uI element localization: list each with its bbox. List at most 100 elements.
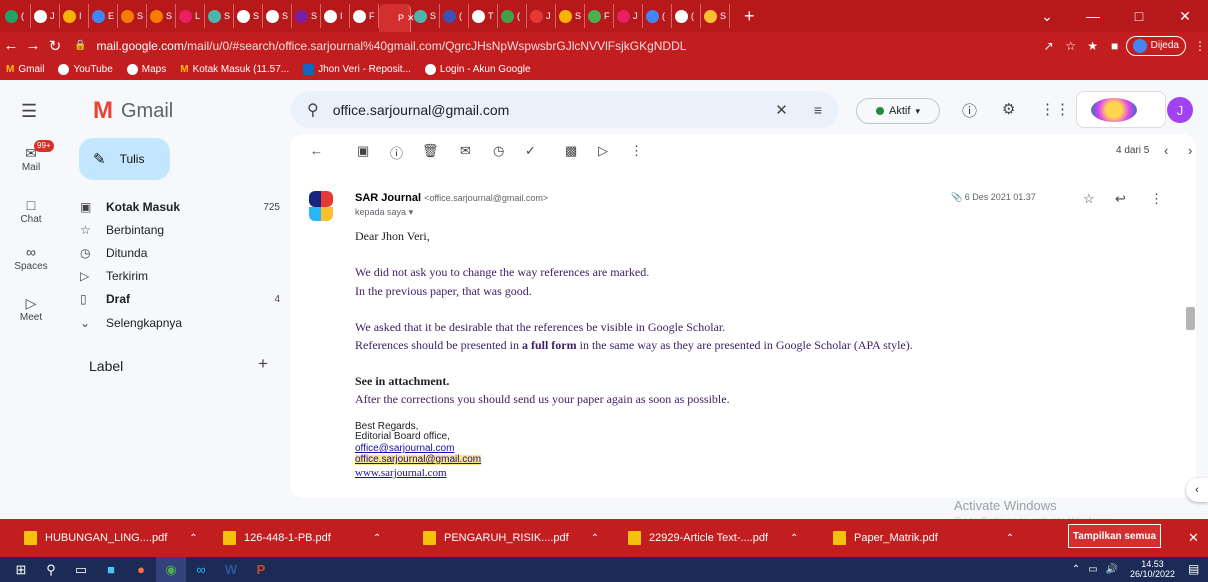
delete-icon[interactable]: 🗑 bbox=[422, 143, 439, 159]
side-panel-toggle[interactable]: ‹ bbox=[1186, 478, 1208, 502]
browser-tab[interactable]: ( bbox=[672, 4, 701, 28]
compose-button[interactable]: ✎ Tulis bbox=[79, 138, 170, 180]
add-task-icon[interactable]: ✓ bbox=[525, 143, 536, 159]
nav-item-more[interactable]: ⌄ Selengkapnya bbox=[80, 313, 280, 333]
bookmark-kotak-masuk[interactable]: M Kotak Masuk (11.57... bbox=[180, 64, 289, 75]
bookmark-maps[interactable]: Maps bbox=[126, 64, 166, 75]
browser-tab[interactable]: S bbox=[701, 4, 730, 28]
search-input[interactable]: office.sarjournal@gmail.com bbox=[333, 102, 510, 118]
new-tab-button[interactable]: + bbox=[744, 6, 755, 27]
signature-gmail-link[interactable]: office.sarjournal@gmail.com bbox=[355, 455, 482, 465]
notifications-icon[interactable]: ▤ bbox=[1188, 562, 1199, 576]
back-to-list-icon[interactable]: ← bbox=[310, 143, 323, 158]
task-view-icon[interactable]: ▭ bbox=[66, 557, 96, 582]
nav-item-inbox[interactable]: ▣ Kotak Masuk 725 bbox=[80, 197, 280, 217]
sender-name[interactable]: SAR Journal bbox=[355, 192, 421, 204]
back-arrow-icon[interactable]: ← bbox=[0, 37, 22, 54]
account-banner[interactable] bbox=[1076, 91, 1166, 128]
browser-tab[interactable]: S bbox=[234, 4, 263, 28]
chevron-up-icon[interactable]: ⌃ bbox=[790, 533, 798, 544]
signature-website-link[interactable]: www.sarjournal.com bbox=[355, 468, 447, 479]
browser-tab[interactable]: S bbox=[263, 4, 292, 28]
download-item[interactable]: 22929-Article Text-....pdf ⌃ bbox=[620, 519, 825, 557]
report-spam-icon[interactable]: ⓘ bbox=[390, 143, 403, 162]
share-icon[interactable]: ↗ bbox=[1038, 39, 1060, 53]
rail-chat[interactable]: □ Chat bbox=[0, 196, 62, 225]
star-message-icon[interactable]: ☆ bbox=[1083, 191, 1095, 207]
windows-start-icon[interactable]: ⊞ bbox=[6, 557, 36, 582]
chevron-up-icon[interactable]: ⌃ bbox=[1006, 533, 1014, 544]
move-to-icon[interactable]: ▩ bbox=[565, 143, 577, 159]
powerpoint-icon[interactable]: P bbox=[246, 557, 276, 582]
browser-tab[interactable]: I bbox=[60, 4, 89, 28]
browser-tab[interactable]: L bbox=[176, 4, 205, 28]
more-actions-icon[interactable]: ⋮ bbox=[630, 143, 643, 159]
bookmark-youtube[interactable]: YouTube bbox=[58, 64, 113, 75]
chevron-up-icon[interactable]: ⌃ bbox=[189, 533, 197, 544]
download-item[interactable]: 126-448-1-PB.pdf ⌃ bbox=[215, 519, 415, 557]
download-item[interactable]: PENGARUH_RISIK....pdf ⌃ bbox=[415, 519, 620, 557]
close-window-button[interactable]: ✕ bbox=[1162, 8, 1208, 25]
rail-spaces[interactable]: ∞ Spaces bbox=[0, 243, 62, 272]
nav-item-sent[interactable]: ▷ Terkirim bbox=[80, 266, 280, 286]
rail-meet[interactable]: ▷ Meet bbox=[0, 294, 62, 323]
browser-tab[interactable]: J bbox=[527, 4, 556, 28]
snooze-icon[interactable]: ◷ bbox=[493, 143, 504, 159]
nav-item-drafts[interactable]: ▯ Draf 4 bbox=[80, 289, 280, 309]
show-all-downloads-button[interactable]: Tampilkan semua bbox=[1068, 524, 1161, 548]
gmail-logo[interactable]: M Gmail bbox=[93, 97, 173, 125]
add-label-button[interactable]: + bbox=[258, 354, 268, 374]
taskbar-search-icon[interactable]: ⚲ bbox=[36, 557, 66, 582]
maximize-button[interactable]: □ bbox=[1116, 8, 1162, 25]
bookmark-google-login[interactable]: Login - Akun Google bbox=[424, 64, 531, 75]
chevron-up-icon[interactable]: ⌃ bbox=[591, 533, 599, 544]
url-field[interactable]: mail.google.com/mail/u/0/#search/office.… bbox=[96, 39, 686, 53]
browser-tab[interactable]: T bbox=[469, 4, 498, 28]
bookmark-gmail[interactable]: M Gmail bbox=[6, 64, 44, 75]
help-icon[interactable]: ⓘ bbox=[962, 100, 977, 121]
taskbar-clock[interactable]: 14.53 26/10/2022 bbox=[1130, 559, 1175, 579]
minimize-button[interactable]: — bbox=[1070, 8, 1116, 25]
sidepanel-icon[interactable]: ■ bbox=[1104, 39, 1126, 53]
browser-tab[interactable]: ( bbox=[2, 4, 31, 28]
file-explorer-icon[interactable]: ■ bbox=[96, 557, 126, 582]
browser-tab[interactable]: ( bbox=[440, 4, 469, 28]
chrome-icon[interactable]: ◉ bbox=[156, 557, 186, 582]
archive-icon[interactable]: ▣ bbox=[357, 143, 369, 159]
mark-unread-icon[interactable]: ✉ bbox=[460, 143, 471, 159]
browser-tab[interactable]: J bbox=[31, 4, 60, 28]
browser-tab[interactable]: S bbox=[118, 4, 147, 28]
download-item[interactable]: Paper_Matrik.pdf ⌃ bbox=[825, 519, 1025, 557]
signature-email-link[interactable]: office@sarjournal.com bbox=[355, 444, 454, 454]
rail-mail[interactable]: ✉ 99+ Mail bbox=[0, 140, 62, 173]
chevron-up-icon[interactable]: ⌃ bbox=[373, 533, 381, 544]
message-more-icon[interactable]: ⋮ bbox=[1150, 191, 1163, 207]
browser-tab[interactable]: F bbox=[350, 4, 379, 28]
apps-grid-icon[interactable]: ⋮⋮ bbox=[1040, 100, 1070, 118]
firefox-icon[interactable]: ● bbox=[126, 557, 156, 582]
browser-tab[interactable]: S bbox=[147, 4, 176, 28]
extension-icon[interactable]: ★ bbox=[1082, 39, 1104, 53]
older-chevron-icon[interactable]: › bbox=[1188, 143, 1192, 158]
newer-chevron-icon[interactable]: ‹ bbox=[1164, 143, 1168, 158]
profile-chip[interactable]: Dijeda bbox=[1125, 35, 1186, 56]
nav-item-starred[interactable]: ☆ Berbintang bbox=[80, 220, 280, 240]
download-item[interactable]: HUBUNGAN_LING....pdf ⌃ bbox=[0, 519, 215, 557]
status-selector[interactable]: Aktif ▾ bbox=[856, 98, 940, 124]
avatar[interactable]: J bbox=[1167, 97, 1193, 123]
close-downloads-icon[interactable]: ✕ bbox=[1188, 530, 1199, 546]
recipient-line[interactable]: kepada saya ▾ bbox=[355, 207, 413, 218]
browser-tab[interactable]: S bbox=[411, 4, 440, 28]
browser-tab[interactable]: S bbox=[205, 4, 234, 28]
clear-search-icon[interactable]: ✕ bbox=[775, 101, 788, 119]
reload-icon[interactable]: ↻ bbox=[44, 37, 66, 55]
forward-arrow-icon[interactable]: → bbox=[22, 37, 44, 54]
browser-tab[interactable]: F bbox=[585, 4, 614, 28]
browser-tab[interactable]: S bbox=[292, 4, 321, 28]
browser-tab[interactable]: S bbox=[556, 4, 585, 28]
browser-tab[interactable]: J bbox=[614, 4, 643, 28]
browser-tab[interactable]: ( bbox=[498, 4, 527, 28]
browser-tab[interactable]: ( bbox=[643, 4, 672, 28]
label-icon[interactable]: ▷ bbox=[598, 143, 608, 159]
bookmark-repository[interactable]: Jhon Veri - Reposit... bbox=[303, 64, 411, 75]
